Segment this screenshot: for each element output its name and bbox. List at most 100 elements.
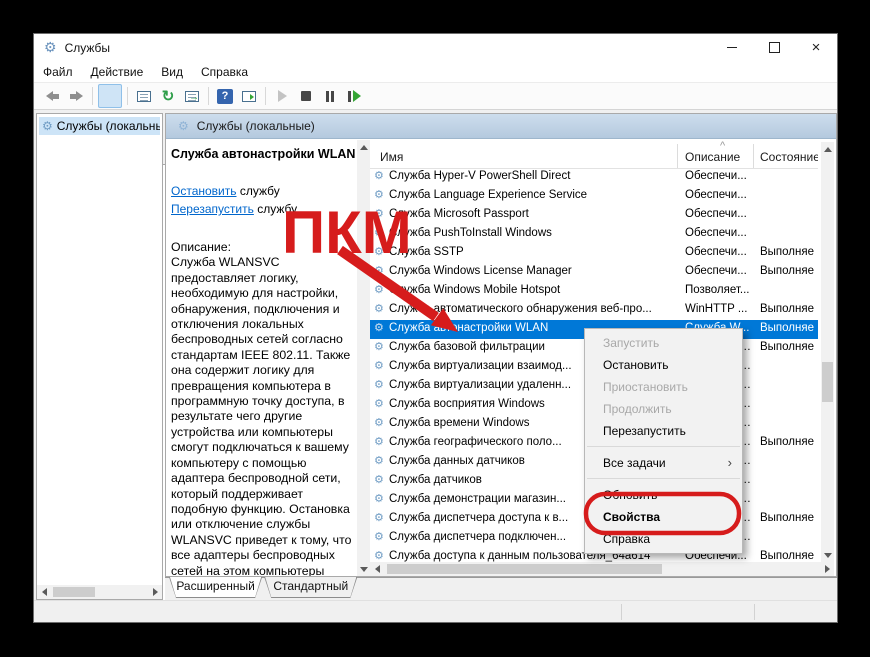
menu-help[interactable]: Справка (192, 61, 257, 82)
list-vertical-scrollbar[interactable] (821, 142, 834, 562)
status-bar-divider (754, 604, 755, 620)
service-name: Служба Language Experience Service (389, 189, 677, 201)
column-divider[interactable] (677, 144, 678, 168)
close-button[interactable]: × (795, 34, 837, 61)
restart-service-link[interactable]: Перезапустить (171, 202, 254, 216)
scrollbar-thumb[interactable] (822, 362, 833, 402)
export-list-icon: → (185, 91, 199, 102)
service-gear-icon: ⚙ (374, 551, 384, 562)
pause-service-button[interactable] (319, 85, 341, 107)
service-name: Служба Windows License Manager (389, 265, 677, 277)
service-status: Выполняе (760, 512, 818, 524)
service-gear-icon: ⚙ (374, 513, 384, 524)
column-header-description[interactable]: Описание (685, 150, 740, 164)
show-console-tree-button[interactable] (98, 84, 122, 108)
menu-view[interactable]: Вид (152, 61, 192, 82)
service-status: Выполняе (760, 303, 818, 315)
service-description: Обеспечи... (685, 246, 751, 258)
tree-horizontal-scrollbar[interactable] (37, 585, 162, 599)
service-description: WinHTTP ... (685, 303, 751, 315)
service-gear-icon: ⚙ (374, 304, 384, 315)
list-horizontal-scrollbar[interactable] (370, 562, 834, 576)
service-row[interactable]: ⚙ Служба автоматического обнаружения веб-… (370, 301, 818, 320)
stop-icon (301, 91, 311, 101)
console-tree-pane: ⚙ Службы (локальные) (36, 113, 163, 600)
menu-bar: Файл Действие Вид Справка (34, 61, 837, 82)
services-window: ⚙ Службы × Файл Действие Вид Справка ↻ →… (33, 33, 838, 623)
service-status: Выполняе (760, 341, 818, 353)
service-status: Выполняе (760, 550, 818, 562)
service-row[interactable]: ⚙Служба Windows Mobile HotspotПозволяет.… (370, 282, 818, 301)
scroll-right-icon[interactable] (148, 585, 162, 599)
stop-service-link[interactable]: Остановить (171, 184, 237, 198)
help-button[interactable]: ? (214, 85, 236, 107)
scroll-left-icon[interactable] (37, 585, 51, 599)
stop-service-button[interactable] (295, 85, 317, 107)
show-action-pane-button[interactable] (238, 85, 260, 107)
tab-label: Стандартный (265, 577, 356, 597)
service-name: Служба автоматического обнаружения веб-п… (389, 303, 677, 315)
properties-button[interactable] (133, 85, 155, 107)
column-divider[interactable] (753, 144, 754, 168)
context-menu-item-properties[interactable]: Свойства (585, 506, 742, 528)
maximize-button[interactable] (753, 34, 795, 61)
scroll-down-icon[interactable] (821, 548, 834, 562)
tab-standard[interactable]: Стандартный (264, 577, 357, 598)
view-tabs: РасширенныйСтандартный (165, 577, 837, 601)
menu-file[interactable]: Файл (34, 61, 82, 82)
context-menu-item-restart[interactable]: Перезапустить (585, 420, 742, 442)
service-description: Обеспечи... (685, 227, 751, 239)
service-gear-icon: ⚙ (374, 399, 384, 410)
service-description-block: Описание: Служба WLANSVC предоставляет л… (171, 240, 355, 577)
start-service-button[interactable] (271, 85, 293, 107)
tree-item-label: Службы (локальные) (57, 119, 160, 133)
column-header-name[interactable]: Имя (380, 150, 403, 164)
forward-button[interactable] (65, 85, 87, 107)
service-gear-icon: ⚙ (374, 266, 384, 277)
description-text: Служба WLANSVC предоставляет логику, нео… (171, 255, 355, 577)
tree-item-services-local[interactable]: ⚙ Службы (локальные) (39, 117, 160, 135)
context-menu-item-help[interactable]: Справка (585, 528, 742, 550)
service-name: Служба Microsoft Passport (389, 208, 677, 220)
pause-icon (326, 91, 334, 102)
tab-extended[interactable]: Расширенный (169, 577, 262, 598)
service-name: Служба Hyper-V PowerShell Direct (389, 170, 677, 182)
refresh-button[interactable]: ↻ (157, 85, 179, 107)
context-menu-item-start: Запустить (585, 332, 742, 354)
service-row[interactable]: ⚙Служба Language Experience ServiceОбесп… (370, 187, 818, 206)
scroll-up-icon[interactable] (821, 142, 834, 156)
service-status: Выполняе (760, 436, 818, 448)
service-gear-icon: ⚙ (374, 342, 384, 353)
scroll-down-icon[interactable] (357, 562, 370, 576)
context-menu-item-refresh[interactable]: Обновить (585, 484, 742, 506)
service-gear-icon: ⚙ (374, 228, 384, 239)
minimize-button[interactable] (711, 34, 753, 61)
service-gear-icon: ⚙ (374, 380, 384, 391)
service-name: Служба PushToInstall Windows (389, 227, 677, 239)
service-row[interactable]: ⚙Служба SSTPОбеспечи...Выполняе (370, 244, 818, 263)
context-menu-item-stop[interactable]: Остановить (585, 354, 742, 376)
export-list-button[interactable]: → (181, 85, 203, 107)
menu-separator (587, 478, 740, 479)
service-row[interactable]: ⚙Служба Hyper-V PowerShell DirectОбеспеч… (370, 168, 818, 187)
tab-label: Расширенный (170, 577, 261, 597)
back-button[interactable] (41, 85, 63, 107)
scroll-left-icon[interactable] (370, 562, 384, 576)
column-header-status[interactable]: Состояние (760, 150, 818, 164)
service-status: Выполняе (760, 246, 818, 258)
scrollbar-thumb[interactable] (53, 587, 95, 597)
service-row[interactable]: ⚙ Служба PushToInstall Windows Обеспечи... (370, 225, 818, 244)
service-gear-icon: ⚙ (374, 247, 384, 258)
menu-action[interactable]: Действие (82, 61, 153, 82)
scroll-up-icon[interactable] (357, 140, 370, 154)
extended-panel-scrollbar[interactable] (357, 140, 370, 576)
scrollbar-thumb[interactable] (387, 564, 662, 574)
context-menu-item-all-tasks[interactable]: Все задачи› (585, 452, 742, 474)
service-gear-icon: ⚙ (374, 361, 384, 372)
scroll-right-icon[interactable] (820, 562, 834, 576)
service-row[interactable]: ⚙Служба Windows License ManagerОбеспечи.… (370, 263, 818, 282)
restart-service-button[interactable] (343, 85, 365, 107)
context-menu-item-pause: Приостановить (585, 376, 742, 398)
service-row[interactable]: ⚙Служба Microsoft PassportОбеспечи... (370, 206, 818, 225)
restart-service-line: Перезапустить службу (171, 200, 357, 218)
